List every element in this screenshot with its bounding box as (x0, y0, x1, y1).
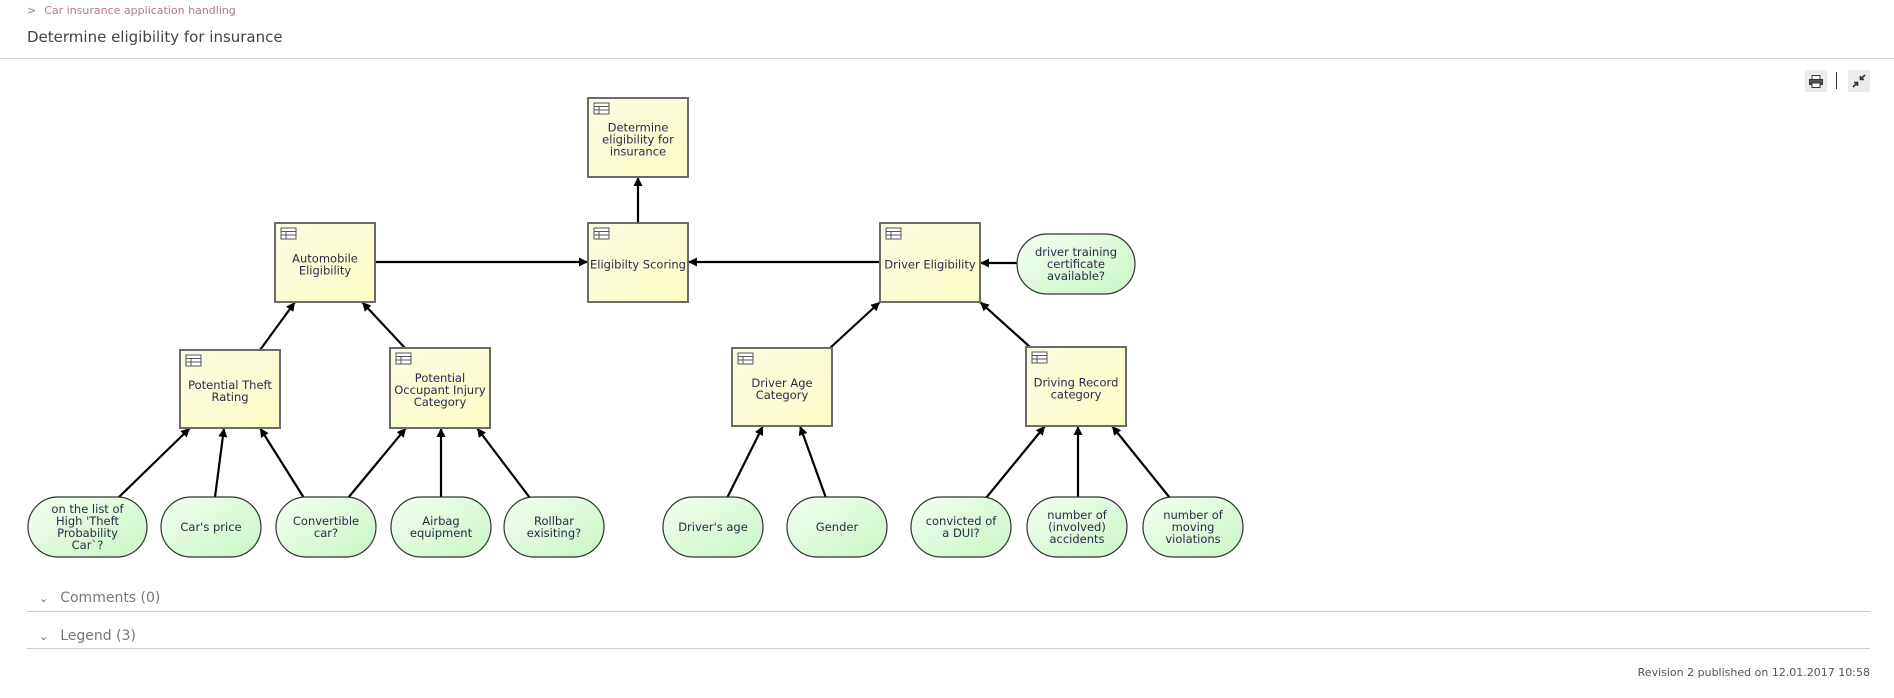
decision-node-age[interactable]: Driver Age Category (731, 347, 833, 427)
requirement-edge-occupant-to-automobile (361, 301, 406, 349)
requirement-edge-driversAge-to-age (726, 425, 764, 499)
node-label: Automobile Eligibility (292, 252, 358, 278)
legend-label: Legend (3) (60, 628, 136, 644)
decision-table-icon (593, 227, 610, 240)
decision-table-icon (737, 352, 754, 365)
decision-node-theft[interactable]: Potential Theft Rating (179, 349, 281, 429)
requirement-edge-convertible-to-occupant (347, 427, 407, 499)
chevron-down-icon: ⌄ (39, 592, 49, 605)
decision-table-icon (395, 352, 412, 365)
input-data-node-driversAge[interactable]: Driver's age (662, 496, 764, 558)
comments-label: Comments (0) (60, 590, 161, 606)
drd-diagram: Determine eligibility for insurance Automob… (27, 97, 1244, 558)
node-label: Car's price (180, 520, 241, 534)
decision-table-icon (885, 227, 902, 240)
node-label: number of (involved) accidents (1047, 508, 1108, 546)
decision-node-driver[interactable]: Driver Eligibility (879, 222, 981, 303)
decision-table-icon (593, 102, 610, 115)
requirement-edge-rollbar-to-occupant (476, 427, 531, 499)
decision-node-occupant[interactable]: Potential Occupant Injury Category (389, 347, 491, 429)
decision-node-scoring[interactable]: Eligibilty Scoring (587, 222, 689, 303)
comments-section-toggle[interactable]: ⌄ Comments (0) (27, 590, 160, 606)
requirement-edge-convertible-to-theft (259, 427, 305, 499)
node-label: Driver Eligibility (884, 258, 976, 272)
node-label: Driver's age (678, 520, 748, 534)
nodes-layer: Determine eligibility for insurance Automob… (27, 97, 1244, 558)
decision-node-automobile[interactable]: Automobile Eligibility (274, 222, 376, 303)
requirement-edge-record-to-driver (979, 301, 1031, 348)
decision-node-determine[interactable]: Determine eligibility for insurance (587, 97, 689, 178)
input-data-node-training[interactable]: driver training certificate available? (1016, 233, 1136, 295)
node-label: Rollbar exisiting? (527, 514, 581, 540)
input-data-node-dui[interactable]: convicted of a DUI? (910, 496, 1012, 558)
node-label: Gender (816, 520, 859, 534)
requirement-edge-dui-to-record (985, 425, 1046, 499)
decision-node-record[interactable]: Driving Record category (1025, 346, 1127, 427)
input-data-node-price[interactable]: Car's price (160, 496, 262, 558)
chevron-down-icon: ⌄ (39, 630, 49, 643)
input-data-node-highTheft[interactable]: on the list of High 'Theft Probability Car`… (27, 496, 148, 558)
decision-table-icon (280, 227, 297, 240)
requirement-edge-theft-to-automobile (259, 301, 296, 351)
input-data-node-rollbar[interactable]: Rollbar exisiting? (503, 496, 605, 558)
node-label: Driver Age Category (751, 376, 812, 402)
node-label: Eligibilty Scoring (590, 258, 686, 272)
requirement-edge-gender-to-age (798, 425, 828, 499)
input-data-node-airbag[interactable]: Airbag equipment (390, 496, 492, 558)
requirement-edge-age-to-driver (829, 301, 881, 349)
comments-divider (27, 611, 1870, 612)
decision-table-icon (185, 354, 202, 367)
requirement-edge-price-to-theft (213, 427, 228, 498)
input-data-node-convertible[interactable]: Convertible car? (275, 496, 377, 558)
revision-info: Revision 2 published on 12.01.2017 10:58 (1637, 666, 1870, 679)
legend-divider (27, 648, 1870, 649)
input-data-node-violations[interactable]: number of moving violations (1142, 496, 1244, 558)
legend-section-toggle[interactable]: ⌄ Legend (3) (27, 628, 136, 644)
requirement-edge-highTheft-to-theft (117, 427, 191, 499)
input-data-node-gender[interactable]: Gender (786, 496, 888, 558)
decision-table-icon (1031, 351, 1048, 364)
node-label: Determine eligibility for insurance (602, 121, 674, 159)
input-data-node-accidents[interactable]: number of (involved) accidents (1026, 496, 1128, 558)
node-label: driver training certificate available? (1035, 245, 1117, 283)
requirement-edge-violations-to-record (1111, 425, 1171, 499)
